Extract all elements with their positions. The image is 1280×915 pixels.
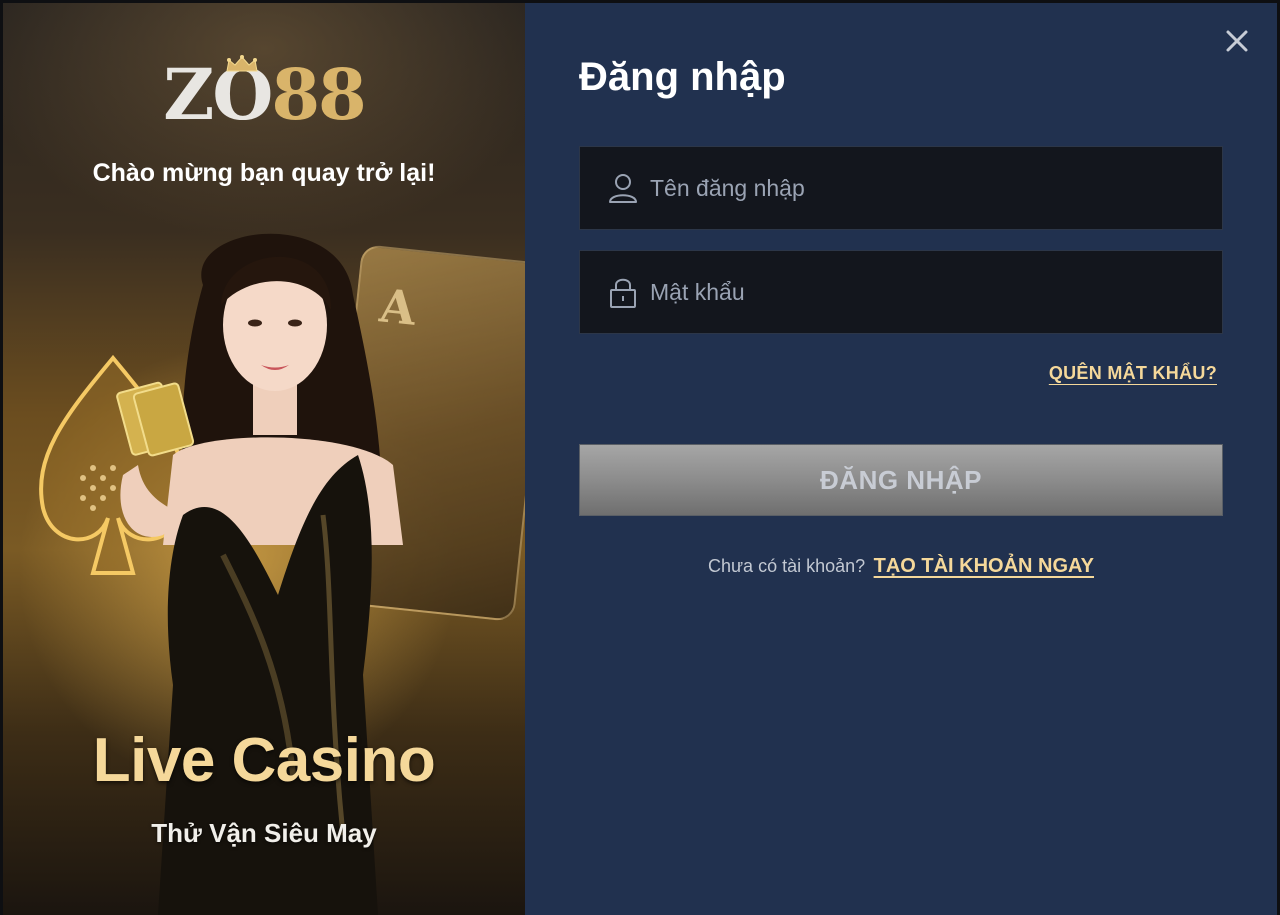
logo-text-88: 88 <box>271 53 366 136</box>
login-button[interactable]: ĐĂNG NHẬP <box>579 444 1223 516</box>
login-panel: Đăng nhập QUÊN MẬT KHẨU? ĐĂNG NHẬP Chưa … <box>525 3 1277 915</box>
user-icon <box>609 174 637 203</box>
signup-prompt: Chưa có tài khoản? <box>708 556 866 576</box>
close-icon[interactable] <box>1223 27 1251 55</box>
username-input[interactable] <box>640 147 1222 229</box>
login-modal: ZO88 Chào mừng bạn quay trở lại! A Live … <box>3 3 1277 915</box>
lock-icon <box>610 278 636 308</box>
username-field[interactable] <box>579 146 1223 230</box>
crown-icon <box>226 55 258 72</box>
promo-subtitle: Thử Vận Siêu May <box>151 818 377 848</box>
promo-panel: ZO88 Chào mừng bạn quay trở lại! A Live … <box>3 3 525 915</box>
forgot-password-link[interactable]: QUÊN MẬT KHẨU? <box>1049 363 1217 384</box>
welcome-greeting: Chào mừng bạn quay trở lại! <box>92 159 436 187</box>
password-input[interactable] <box>640 251 1222 333</box>
login-title: Đăng nhập <box>579 55 786 99</box>
signup-row: Chưa có tài khoản? TẠO TÀI KHOẢN NGAY <box>579 555 1223 578</box>
promo-title: Live Casino <box>92 726 436 795</box>
casino-host-illustration <box>116 233 403 915</box>
brand-logo: ZO88 <box>3 53 525 136</box>
password-field[interactable] <box>579 250 1223 334</box>
create-account-link[interactable]: TẠO TÀI KHOẢN NGAY <box>874 555 1094 577</box>
